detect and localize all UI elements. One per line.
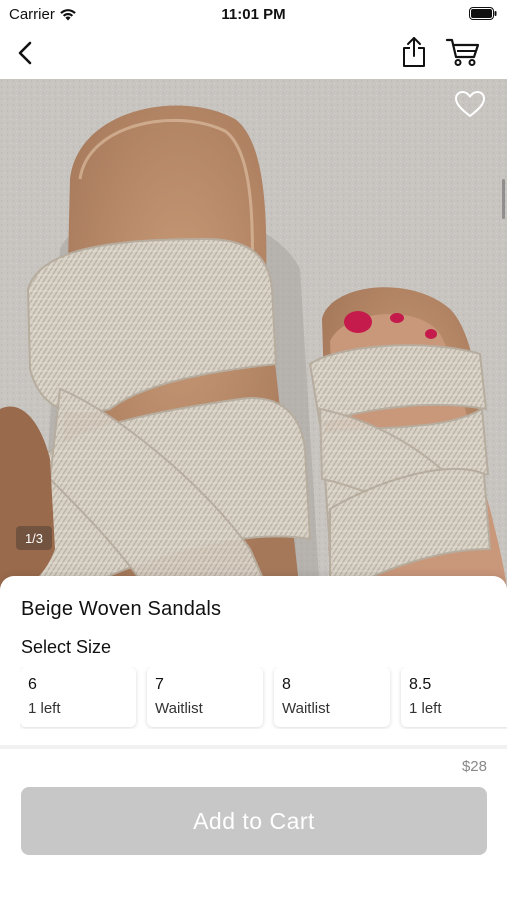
add-to-cart-button[interactable]: Add to Cart — [21, 787, 487, 855]
price-label: $28 — [461, 758, 487, 775]
cart-button[interactable] — [443, 34, 483, 70]
size-option[interactable]: 6 1 left — [20, 667, 136, 727]
size-stock: 1 left — [409, 700, 442, 717]
size-option[interactable]: 8.5 1 left — [401, 667, 507, 727]
nav-bar — [0, 28, 507, 78]
select-size-heading: Select Size — [21, 637, 112, 657]
battery-icon — [469, 7, 497, 20]
size-value: 6 — [28, 676, 37, 693]
image-counter: 1/3 — [16, 526, 52, 550]
heart-outline-icon[interactable] — [453, 89, 487, 119]
share-icon — [403, 37, 425, 67]
product-title: Beige Woven Sandals — [21, 598, 222, 620]
cart-icon — [445, 38, 480, 66]
product-image-gallery[interactable]: 1/3 — [0, 79, 507, 594]
divider — [0, 745, 507, 749]
status-time: 11:01 PM — [221, 6, 286, 23]
size-selector[interactable]: 6 1 left 7 Waitlist 8 Waitlist 8.5 1 lef… — [20, 667, 507, 729]
size-option[interactable]: 7 Waitlist — [147, 667, 263, 727]
back-button[interactable] — [10, 36, 40, 70]
size-stock: Waitlist — [155, 700, 203, 717]
product-photo — [0, 79, 507, 594]
size-option[interactable]: 8 Waitlist — [274, 667, 390, 727]
product-details-sheet: Beige Woven Sandals Select Size 6 1 left… — [0, 576, 507, 900]
status-bar: Carrier 11:01 PM — [0, 0, 507, 28]
size-value: 8.5 — [409, 676, 432, 693]
scroll-indicator — [502, 179, 505, 219]
size-value: 8 — [282, 676, 291, 693]
chevron-left-icon — [18, 41, 32, 65]
share-button[interactable] — [398, 34, 430, 70]
size-stock: Waitlist — [282, 700, 330, 717]
size-stock: 1 left — [28, 700, 61, 717]
size-value: 7 — [155, 676, 164, 693]
